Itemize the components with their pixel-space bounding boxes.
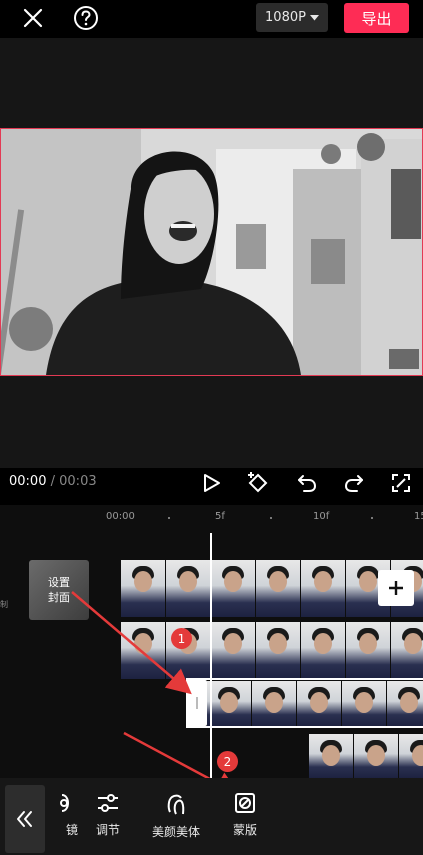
tool-label: 蒙版 bbox=[232, 823, 257, 837]
tool-label: 调节 bbox=[95, 823, 120, 837]
mask-icon bbox=[235, 793, 255, 813]
partial-tool-icon bbox=[60, 794, 70, 812]
tool-label: 镜 bbox=[65, 823, 78, 837]
annotation-badge-2: 2 bbox=[217, 751, 238, 772]
tool-label: 美颜美体 bbox=[151, 825, 200, 839]
annotation-badge-1: 1 bbox=[171, 628, 192, 649]
face-beauty-icon bbox=[167, 794, 185, 815]
tool-adjust[interactable]: 调节 bbox=[77, 792, 139, 838]
tool-mask[interactable]: 蒙版 bbox=[214, 792, 276, 838]
sliders-icon bbox=[98, 794, 118, 812]
annotation-arrows bbox=[71, 591, 241, 796]
tool-beauty[interactable]: 美颜美体 bbox=[145, 792, 207, 840]
